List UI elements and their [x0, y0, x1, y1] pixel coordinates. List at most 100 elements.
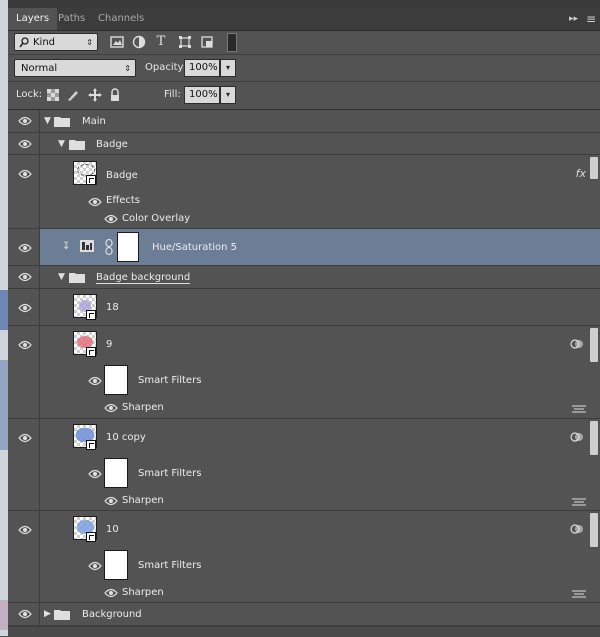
shape-filter-icon[interactable] — [178, 35, 192, 49]
eye-icon[interactable] — [18, 169, 32, 179]
image-filter-icon[interactable] — [110, 35, 124, 49]
eye-icon[interactable] — [104, 403, 118, 413]
layer-row-10-copy[interactable]: 10 copy Smart Filters Sharpen — [8, 419, 600, 511]
canvas-edge — [0, 0, 8, 636]
blend-mode-select[interactable]: Normal ⇕ — [14, 59, 136, 77]
fill-label: Fill: — [164, 89, 181, 100]
scrollbar-thumb[interactable] — [590, 513, 598, 547]
search-icon — [19, 37, 29, 48]
layer-name-9: 9 — [106, 339, 113, 350]
kind-filter-select[interactable]: Kind ⇕ — [14, 33, 98, 51]
eye-icon[interactable] — [18, 303, 32, 313]
collapsed-triangle-icon[interactable]: ▶ — [44, 609, 51, 619]
adjustment-layer-icon — [80, 240, 94, 252]
layer-row-badge-background[interactable]: ▼ Badge background — [8, 266, 600, 289]
eye-icon[interactable] — [88, 376, 102, 386]
fill-dropdown-button[interactable]: ▾ — [220, 86, 236, 104]
panel-menu-button[interactable]: ≡ — [586, 8, 596, 30]
layer-name-badge: Badge — [106, 170, 138, 181]
link-icon[interactable] — [105, 239, 113, 255]
expand-triangle-icon[interactable]: ▼ — [58, 272, 65, 282]
tab-paths[interactable]: Paths — [50, 8, 93, 30]
layer-row-badge[interactable]: Badge fx Effects Color Overlay — [8, 155, 600, 229]
lock-transparent-pixels-icon[interactable] — [46, 88, 60, 102]
layer-name-10-copy: 10 copy — [106, 432, 146, 443]
tab-channels[interactable]: Channels — [90, 8, 152, 30]
chevron-updown-icon: ⇕ — [86, 38, 93, 47]
eye-icon[interactable] — [88, 469, 102, 479]
filter-toggle-icon[interactable] — [227, 33, 237, 52]
smart-filter-mask[interactable] — [104, 365, 128, 395]
lock-image-pixels-icon[interactable] — [66, 88, 80, 102]
filter-blending-options-icon[interactable] — [572, 498, 586, 506]
filter-sharpen[interactable]: Sharpen — [122, 495, 164, 506]
filter-blending-options-icon[interactable] — [572, 590, 586, 598]
lock-label: Lock: — [16, 89, 43, 100]
eye-icon[interactable] — [18, 272, 32, 282]
lock-position-icon[interactable] — [88, 88, 102, 102]
layer-row-background[interactable]: ▶ Background — [8, 603, 600, 626]
panel-top-bar — [8, 0, 600, 8]
filter-blending-options-icon[interactable] — [572, 405, 586, 413]
blend-mode-value: Normal — [21, 63, 58, 74]
expand-triangle-icon[interactable]: ▼ — [44, 116, 51, 126]
folder-icon — [69, 273, 85, 283]
eye-icon[interactable] — [104, 588, 118, 598]
collapse-panel-button[interactable]: ▸▸ — [569, 8, 578, 30]
canvas-edge-paint — [0, 290, 8, 330]
smart-filter-indicator-icon — [570, 524, 583, 534]
smart-filters-label: Smart Filters — [138, 375, 202, 386]
eye-icon[interactable] — [18, 525, 32, 535]
fill-input[interactable]: 100% — [184, 86, 220, 104]
eye-icon[interactable] — [18, 116, 32, 126]
filter-sharpen[interactable]: Sharpen — [122, 402, 164, 413]
scrollbar-thumb[interactable] — [590, 157, 598, 179]
smart-object-filter-icon[interactable] — [200, 35, 214, 49]
layer-row-9[interactable]: 9 Smart Filters Sharpen — [8, 326, 600, 419]
lock-all-icon[interactable] — [108, 88, 122, 102]
eye-column — [8, 155, 40, 228]
eye-icon[interactable] — [104, 496, 118, 506]
effect-color-overlay[interactable]: Color Overlay — [122, 213, 190, 224]
clipping-arrow-icon: ↧ — [62, 241, 71, 252]
layer-row-10[interactable]: 10 Smart Filters Sharpen — [8, 511, 600, 603]
filter-sharpen[interactable]: Sharpen — [122, 587, 164, 598]
eye-icon[interactable] — [104, 214, 118, 224]
canvas-edge-paint — [0, 600, 8, 630]
smart-object-badge-icon — [86, 175, 96, 185]
smart-filter-mask[interactable] — [104, 458, 128, 488]
fx-icon[interactable]: fx — [576, 167, 586, 180]
layer-name-hue-saturation: Hue/Saturation 5 — [152, 242, 238, 253]
layer-row-badge-group[interactable]: ▼ Badge — [8, 133, 600, 155]
scrollbar-thumb[interactable] — [590, 328, 598, 362]
smart-object-badge-icon — [86, 310, 96, 320]
opacity-input[interactable]: 100% — [184, 59, 220, 77]
opacity-label: Opacity: — [145, 62, 187, 73]
folder-icon — [69, 140, 85, 150]
layer-row-18[interactable]: 18 — [8, 289, 600, 326]
layer-row-hue-saturation[interactable]: ↧ Hue/Saturation 5 — [8, 229, 600, 266]
eye-icon[interactable] — [88, 197, 102, 207]
eye-icon[interactable] — [18, 139, 32, 149]
smart-object-badge-icon — [86, 347, 96, 357]
layer-name-badge-background: Badge background — [96, 272, 191, 284]
folder-icon — [54, 610, 70, 620]
opacity-dropdown-button[interactable]: ▾ — [220, 59, 236, 77]
eye-icon[interactable] — [18, 609, 32, 619]
smart-filter-indicator-icon — [570, 432, 583, 442]
adjustment-filter-icon[interactable] — [132, 35, 146, 49]
eye-icon[interactable] — [18, 243, 32, 253]
smart-object-badge-icon — [86, 532, 96, 542]
layer-row-main[interactable]: ▼ Main — [8, 110, 600, 133]
eye-icon[interactable] — [18, 433, 32, 443]
expand-triangle-icon[interactable]: ▼ — [58, 139, 65, 149]
type-filter-icon[interactable]: T — [154, 35, 168, 49]
layer-name-background: Background — [82, 609, 142, 620]
eye-icon[interactable] — [18, 340, 32, 350]
panel-tabs: Layers Paths Channels ▸▸ ≡ — [8, 8, 600, 31]
scrollbar-thumb[interactable] — [590, 421, 598, 455]
eye-icon[interactable] — [88, 561, 102, 571]
smart-filter-mask[interactable] — [104, 550, 128, 580]
layer-name-main: Main — [82, 116, 106, 127]
layer-mask-thumbnail[interactable] — [117, 232, 139, 262]
